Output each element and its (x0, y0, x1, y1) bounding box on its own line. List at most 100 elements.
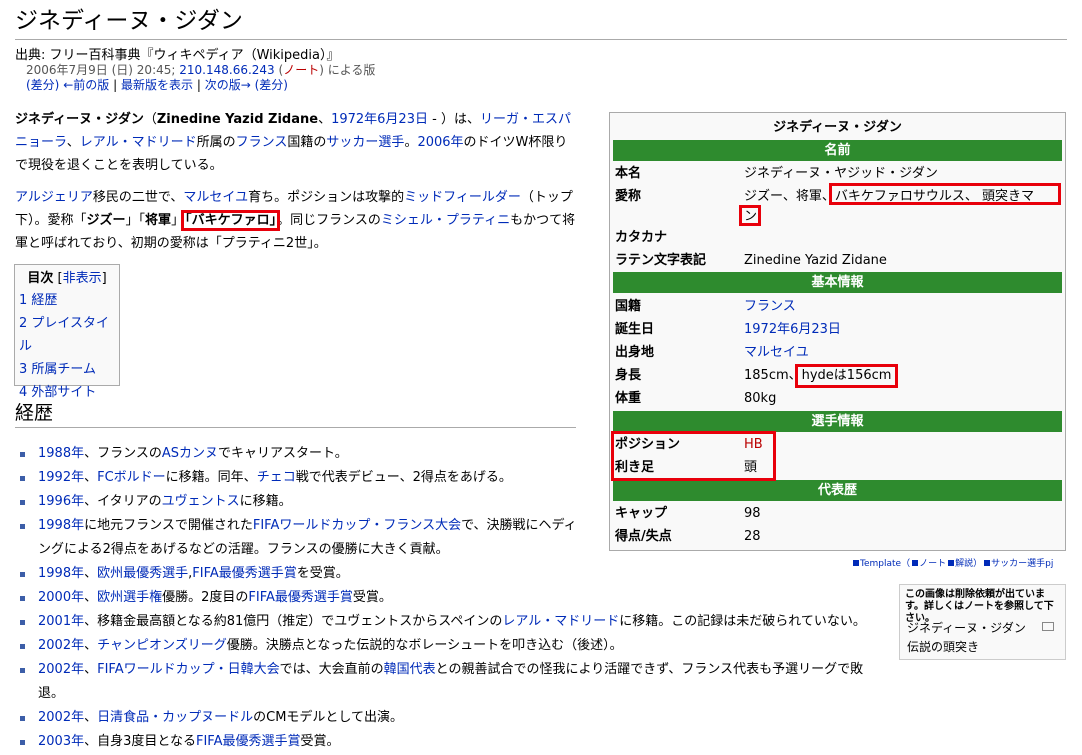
bullet-icon (20, 500, 25, 505)
item-link[interactable]: 韓国代表 (384, 662, 436, 677)
soccer-project-link[interactable]: サッカー選手pj (991, 559, 1053, 569)
item-link[interactable]: チェコ (257, 470, 296, 485)
toc-item-playstyle[interactable]: 2 プレイスタイル (19, 316, 109, 354)
toc-item-teams[interactable]: 3 所属チーム (19, 362, 96, 377)
item-link[interactable]: FIFA最優秀選手賞 (248, 590, 353, 605)
text: 優勝。2度目の (162, 590, 249, 605)
midfielder-link[interactable]: ミッドフィールダー (404, 190, 521, 205)
nickname-2: 将軍 (145, 213, 172, 228)
list-item: 2000年、欧州選手権優勝。2度目のFIFA最優秀選手賞受賞。 (18, 586, 880, 610)
text: 国籍の (287, 135, 327, 150)
square-icon (853, 560, 859, 566)
item-link[interactable]: レアル・マドリード (502, 614, 619, 629)
text: 、 (84, 710, 98, 725)
bullet-icon (20, 620, 25, 625)
magnify-icon[interactable] (1042, 622, 1054, 631)
list-item: 2001年、移籍金最高額となる約81億円（推定）でユヴェントスからスペインのレア… (18, 610, 880, 634)
item-link[interactable]: ユヴェントス (162, 494, 240, 509)
bullet-icon (20, 740, 25, 745)
year-link[interactable]: 2003年 (38, 734, 84, 749)
platini-link[interactable]: ミシェル・プラティニ (381, 213, 510, 228)
infobox-caption: ジネディーヌ・ジダン (773, 120, 902, 135)
year-link[interactable]: 1996年 (38, 494, 84, 509)
template-link[interactable]: Template（ (860, 559, 910, 569)
list-item: 2002年、FIFAワールドカップ・日韓大会では、大会直前の韓国代表との親善試合… (18, 658, 880, 706)
highlight-box-nickname (829, 183, 1061, 205)
square-icon (948, 560, 955, 566)
infobox-row-caps: キャップ 98 (613, 502, 1062, 525)
item-link[interactable]: FCボルドー (97, 470, 166, 485)
football-player-link[interactable]: サッカー選手 (326, 135, 404, 150)
infobox-section-national: 代表歴 (613, 480, 1062, 501)
text: 、 (84, 590, 98, 605)
text: では、大会直前の (279, 662, 384, 677)
toc-item-history[interactable]: 1 経歴 (19, 293, 57, 308)
year-link[interactable]: 2002年 (38, 662, 84, 677)
birthdate-link[interactable]: 1972年6月23日 (331, 112, 428, 127)
item-link[interactable]: FIFAワールドカップ・日韓大会 (97, 662, 280, 677)
revision-ip-link[interactable]: 210.148.66.243 (179, 63, 274, 77)
item-link[interactable]: チャンピオンズリーグ (97, 638, 227, 653)
bullet-icon (20, 644, 25, 649)
text: でキャリアスタート。 (218, 446, 348, 461)
nationality-link[interactable]: フランス (744, 295, 796, 318)
bullet-icon (20, 716, 25, 721)
year-link[interactable]: 2001年 (38, 614, 84, 629)
year-link[interactable]: 2002年 (38, 710, 84, 725)
item-link[interactable]: FIFA最優秀選手賞 (192, 566, 297, 581)
template-explain-link[interactable]: 解説） (955, 559, 982, 569)
text: 戦で代表デビュー、2得点をあげる。 (295, 470, 512, 485)
prev-revision-link[interactable]: ←前の版 (63, 78, 109, 92)
country-link[interactable]: フランス (236, 135, 288, 150)
item-link[interactable]: FIFA最優秀選手賞 (196, 734, 301, 749)
toc-item-external[interactable]: 4 外部サイト (19, 385, 96, 400)
row-value: 28 (744, 529, 761, 544)
section-heading-history: 経歴 (15, 399, 576, 428)
item-link[interactable]: 欧州最優秀選手 (97, 566, 188, 581)
text: 、 (66, 135, 80, 150)
year-link[interactable]: 2006年 (417, 135, 463, 150)
row-key: キャップ (615, 506, 668, 521)
year-link[interactable]: 2002年 (38, 638, 84, 653)
text: 、 (84, 662, 98, 677)
row-key: 出身地 (615, 345, 655, 360)
year-link[interactable]: 1998年 (38, 518, 84, 533)
infobox-row-nationality: 国籍 フランス (613, 295, 1062, 318)
item-link[interactable]: FIFAワールドカップ・フランス大会 (253, 518, 461, 533)
year-link[interactable]: 1998年 (38, 566, 84, 581)
infobox-section-basic: 基本情報 (613, 272, 1062, 293)
text: 」「 (125, 213, 146, 228)
item-link[interactable]: 欧州選手権 (97, 590, 162, 605)
nickname-1: ジズー (86, 213, 126, 228)
revision-note-link[interactable]: ノート (283, 63, 319, 77)
year-link[interactable]: 2000年 (38, 590, 84, 605)
year-link[interactable]: 1988年 (38, 446, 84, 461)
marseille-link[interactable]: マルセイユ (183, 190, 248, 205)
row-value: 98 (744, 506, 761, 521)
list-item: 1998年、欧州最優秀選手,FIFA最優秀選手賞を受賞。 (18, 562, 880, 586)
toc-hide-toggle[interactable]: 非表示 (63, 271, 102, 286)
item-link[interactable]: ASカンヌ (162, 446, 218, 461)
algeria-link[interactable]: アルジェリア (15, 190, 93, 205)
year-link[interactable]: 1992年 (38, 470, 84, 485)
latest-revision-link[interactable]: 最新版を表示 (121, 78, 193, 92)
club-link[interactable]: レアル・マドリード (80, 135, 197, 150)
infobox-row-goals: 得点/失点 28 (613, 525, 1062, 548)
birthday-link[interactable]: 1972年6月23日 (744, 318, 841, 341)
next-revision-link[interactable]: 次の版→ (205, 78, 251, 92)
revision-info: 2006年7月9日 (日) 20:45; 210.148.66.243 (ノート… (26, 62, 375, 78)
template-note-link[interactable]: ノート (919, 559, 946, 569)
list-item: 2003年、自身3度目となるFIFA最優秀選手賞受賞。 (18, 730, 880, 754)
infobox-row-katakana: カタカナ (613, 226, 1062, 249)
diff-link[interactable]: (差分) (26, 78, 59, 92)
item-link[interactable]: 日清食品・カップヌードル (97, 710, 253, 725)
revision-date: 2006年7月9日 (日) 20:45; (26, 63, 176, 77)
list-item: 2002年、チャンピオンズリーグ優勝。決勝点となった伝説的なボレーシュートを叩き… (18, 634, 880, 658)
diff-link-2[interactable]: (差分) (255, 78, 288, 92)
text: に移籍。 (239, 494, 292, 509)
row-key: カタカナ (615, 230, 668, 245)
text: 、フランスの (84, 446, 162, 461)
row-key: 国籍 (615, 299, 642, 314)
text: 、自身3度目となる (84, 734, 196, 749)
origin-link[interactable]: マルセイユ (744, 341, 809, 364)
